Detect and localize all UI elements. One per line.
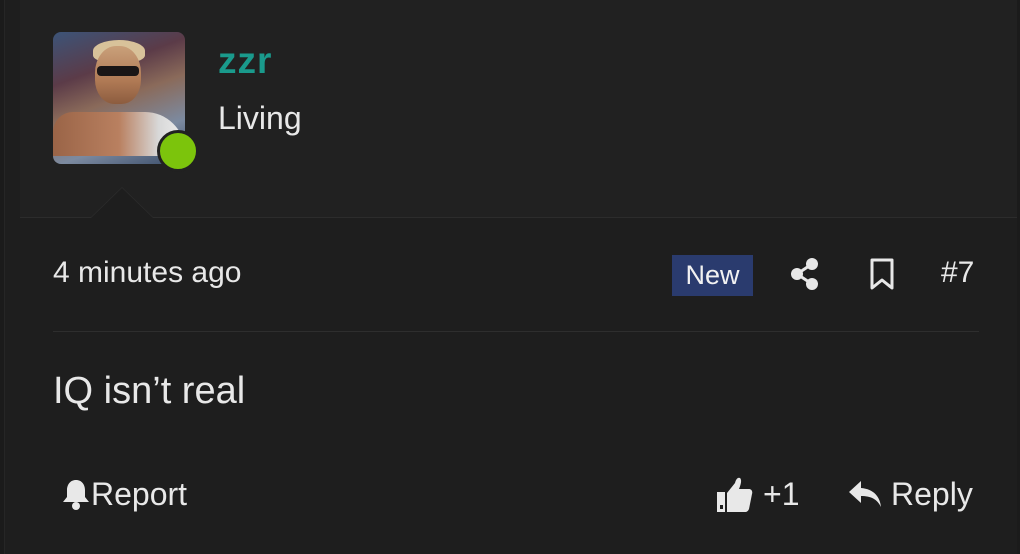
- pointer-arrow: [91, 188, 153, 218]
- post-message: IQ isn’t real: [53, 370, 246, 412]
- post-card: zzr Living 4 minutes ago New #7 IQ isn’t…: [4, 0, 1017, 554]
- avatar-glasses: [97, 66, 139, 76]
- report-button[interactable]: Report: [61, 472, 187, 516]
- post-timestamp[interactable]: 4 minutes ago: [53, 256, 241, 290]
- reply-label: Reply: [891, 475, 973, 512]
- username-link[interactable]: zzr: [218, 40, 272, 82]
- bell-icon: [61, 477, 91, 511]
- bookmark-icon[interactable]: [865, 256, 901, 292]
- online-status-dot: [157, 130, 199, 172]
- reply-button[interactable]: Reply: [847, 472, 973, 516]
- new-badge: New: [672, 255, 753, 296]
- user-block: zzr Living: [20, 0, 1017, 218]
- post-number-link[interactable]: #7: [941, 256, 974, 290]
- post-meta-row: 4 minutes ago New #7: [53, 250, 979, 300]
- thumbs-up-icon: [715, 474, 755, 514]
- meta-divider: [53, 331, 979, 332]
- like-count: +1: [763, 475, 800, 512]
- report-label: Report: [91, 475, 188, 512]
- user-title: Living: [218, 100, 302, 136]
- share-icon[interactable]: [787, 256, 823, 292]
- like-button[interactable]: +1: [715, 472, 799, 516]
- reply-arrow-icon: [847, 478, 883, 510]
